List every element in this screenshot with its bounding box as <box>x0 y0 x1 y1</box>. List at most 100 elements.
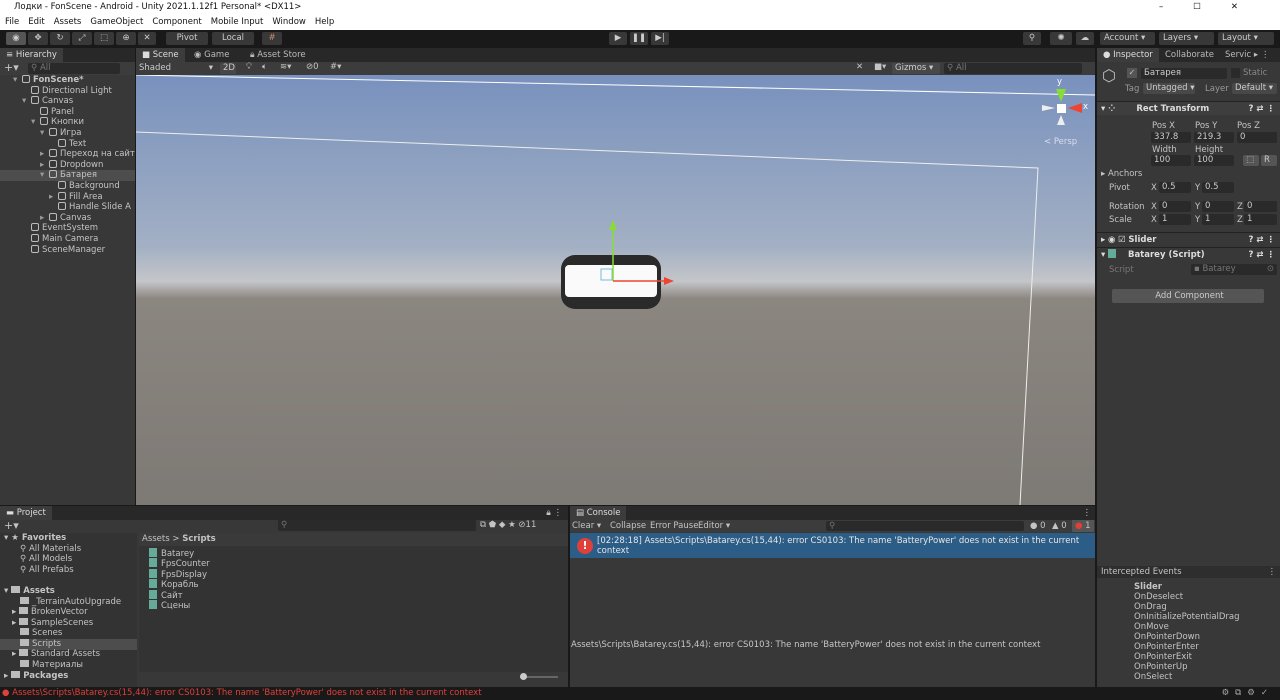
camera-icon[interactable]: ■▾ <box>874 62 886 72</box>
component-menu-icon[interactable]: ? ⇄ ⋮ <box>1249 102 1275 116</box>
layout-dropdown[interactable]: Layout ▾ <box>1218 32 1274 45</box>
rect-transform-header[interactable]: ▾ ⁘ Rect Transform? ⇄ ⋮ <box>1097 101 1280 115</box>
tab-scene[interactable]: ■ Scene <box>136 48 185 62</box>
hierarchy-item[interactable]: ▾ Canvas <box>0 96 135 107</box>
raw-edit-button[interactable]: R <box>1261 155 1277 166</box>
search-icon[interactable]: ⚲ <box>1023 32 1041 45</box>
scene-viewport[interactable]: y x < Persp <box>136 75 1095 505</box>
add-component-button[interactable]: Add Component <box>1112 289 1264 303</box>
hierarchy-item[interactable]: Text <box>0 138 135 150</box>
hierarchy-item[interactable]: ▾ Игра <box>0 128 135 139</box>
hierarchy-item[interactable]: ▸ Dropdown <box>0 159 135 171</box>
expand-arrow-icon[interactable]: ▾ <box>40 170 49 181</box>
expand-arrow-icon[interactable]: ▸ <box>40 149 49 160</box>
file-item[interactable]: Сцены <box>139 600 568 611</box>
audio-icon[interactable]: 🔈︎ <box>262 62 267 72</box>
hidden-objects-icon[interactable]: ⊘0 <box>306 62 319 72</box>
breadcrumb-assets[interactable]: Assets <box>142 534 170 544</box>
expand-arrow-icon[interactable]: ▾ <box>13 75 22 86</box>
menu-window[interactable]: Window <box>272 14 306 30</box>
error-filter-toggle[interactable]: ● 1 <box>1072 520 1094 532</box>
hierarchy-item[interactable]: ▸ Canvas <box>0 212 135 224</box>
fav-all-prefabs[interactable]: ⚲ All Prefabs <box>0 565 137 576</box>
script-field[interactable]: ▪ Batarey ⊙ <box>1191 264 1277 275</box>
expand-arrow-icon[interactable]: ▸ <box>49 192 58 203</box>
move-tool-icon[interactable]: ✥ <box>28 32 48 45</box>
menu-help[interactable]: Help <box>315 14 334 30</box>
tab-services[interactable]: Servic ▸ ⋮ <box>1219 48 1275 62</box>
favorites-header[interactable]: ▾ ★ Favorites <box>0 533 137 544</box>
error-pause-button[interactable]: Error Pause <box>650 520 698 532</box>
width-field[interactable]: 100 <box>1151 155 1191 166</box>
hierarchy-item[interactable]: Panel <box>0 106 135 118</box>
play-button[interactable]: ▶ <box>609 32 627 45</box>
anchors-foldout[interactable]: ▸ Anchors <box>1101 169 1142 180</box>
hierarchy-search-input[interactable]: ⚲ All <box>28 63 120 74</box>
folder-item[interactable]: ▸ Standard Assets <box>0 649 137 660</box>
effects-icon[interactable]: ≋▾ <box>280 62 291 72</box>
persp-label[interactable]: < Persp <box>1044 137 1077 147</box>
rotation-z-field[interactable]: 0 <box>1244 201 1277 212</box>
hierarchy-item[interactable]: EventSystem <box>0 223 135 234</box>
status-message[interactable]: Assets\Scripts\Batarey.cs(15,44): error … <box>12 688 481 698</box>
component-menu-icon[interactable]: ? ⇄ ⋮ <box>1249 248 1275 262</box>
rotation-y-field[interactable]: 0 <box>1202 201 1234 212</box>
expand-arrow-icon[interactable]: ▸ <box>40 160 49 171</box>
expand-arrow-icon[interactable]: ▾ <box>40 128 49 139</box>
scale-z-field[interactable]: 1 <box>1244 214 1277 225</box>
pos-y-field[interactable]: 219.3 <box>1194 132 1234 143</box>
gizmos-dropdown[interactable]: Gizmos ▾ <box>892 63 940 74</box>
create-icon[interactable]: +▾ <box>4 519 19 532</box>
scene-search-input[interactable]: ⚲ All <box>944 63 1082 74</box>
editor-dropdown[interactable]: Editor ▾ <box>698 520 730 532</box>
slider-component-header[interactable]: ▸ ◉ ☑ Slider? ⇄ ⋮ <box>1097 232 1280 246</box>
warning-filter-toggle[interactable]: ▲ 0 <box>1052 520 1067 532</box>
snap-icon[interactable]: # <box>262 32 282 45</box>
file-item[interactable]: FpsCounter <box>139 558 568 569</box>
batarey-script-header[interactable]: ▾ Batarey (Script)? ⇄ ⋮ <box>1097 247 1280 261</box>
assets-folder[interactable]: ▾ Assets <box>0 586 137 597</box>
pivot-y-field[interactable]: 0.5 <box>1202 182 1234 193</box>
pause-button[interactable]: ❚❚ <box>630 32 648 45</box>
icon-size-slider[interactable] <box>520 673 558 680</box>
object-name-input[interactable]: Батарея <box>1141 68 1227 79</box>
file-item[interactable]: Корабль <box>139 579 568 590</box>
menu-assets[interactable]: Assets <box>54 14 82 30</box>
custom-tool-icon[interactable]: ✕ <box>138 32 156 45</box>
project-search-input[interactable]: ⚲ <box>278 520 476 531</box>
component-menu-icon[interactable]: ? ⇄ ⋮ <box>1249 233 1275 247</box>
rotation-x-field[interactable]: 0 <box>1159 201 1191 212</box>
2d-toggle[interactable]: 2D <box>220 63 236 74</box>
hierarchy-item[interactable]: ▸ Переход на сайт <box>0 149 135 160</box>
rotate-tool-icon[interactable]: ↻ <box>50 32 70 45</box>
menu-file[interactable]: File <box>5 14 19 30</box>
blueprint-mode-button[interactable]: ⬚ <box>1243 155 1259 166</box>
status-icons[interactable]: ⚙⧉⚙✓ <box>1222 687 1274 700</box>
breadcrumb-scripts[interactable]: Scripts <box>182 534 215 544</box>
expand-arrow-icon[interactable]: ▾ <box>31 117 40 128</box>
packages-folder[interactable]: ▸ Packages <box>0 671 137 682</box>
rect-tool-icon[interactable]: ⬚ <box>94 32 114 45</box>
hierarchy-item[interactable]: ▾ FonScene* <box>0 75 135 86</box>
fav-all-models[interactable]: ⚲ All Models <box>0 554 137 565</box>
info-filter-toggle[interactable]: ● 0 <box>1030 520 1046 532</box>
tab-game[interactable]: ◉ Game <box>188 48 235 62</box>
folder-item[interactable]: Scenes <box>0 628 137 639</box>
console-entry-selected[interactable]: ! [02:28:18] Assets\Scripts\Batarey.cs(1… <box>570 533 1095 558</box>
clear-button[interactable]: Clear ▾ <box>572 520 601 532</box>
hierarchy-item[interactable]: ▾ Батарея <box>0 170 135 182</box>
pivot-x-field[interactable]: 0.5 <box>1159 182 1191 193</box>
menu-component[interactable]: Component <box>152 14 201 30</box>
static-checkbox[interactable] <box>1231 68 1240 78</box>
tab-inspector[interactable]: ● Inspector <box>1097 48 1159 62</box>
hierarchy-item[interactable]: Background <box>0 181 135 192</box>
tab-asset-store[interactable]: 🔒︎ Asset Store <box>244 48 312 62</box>
hierarchy-item[interactable]: SceneManager <box>0 244 135 256</box>
hierarchy-item[interactable]: Main Camera <box>0 234 135 245</box>
expand-arrow-icon[interactable]: ▸ <box>40 213 49 224</box>
filter-icons[interactable]: ⧉ ⬟ ◆ ★ ⊘11 <box>480 520 536 531</box>
scale-y-field[interactable]: 1 <box>1202 214 1234 225</box>
pos-z-field[interactable]: 0 <box>1237 132 1277 143</box>
layers-dropdown[interactable]: Layers ▾ <box>1159 32 1214 45</box>
scale-x-field[interactable]: 1 <box>1159 214 1191 225</box>
